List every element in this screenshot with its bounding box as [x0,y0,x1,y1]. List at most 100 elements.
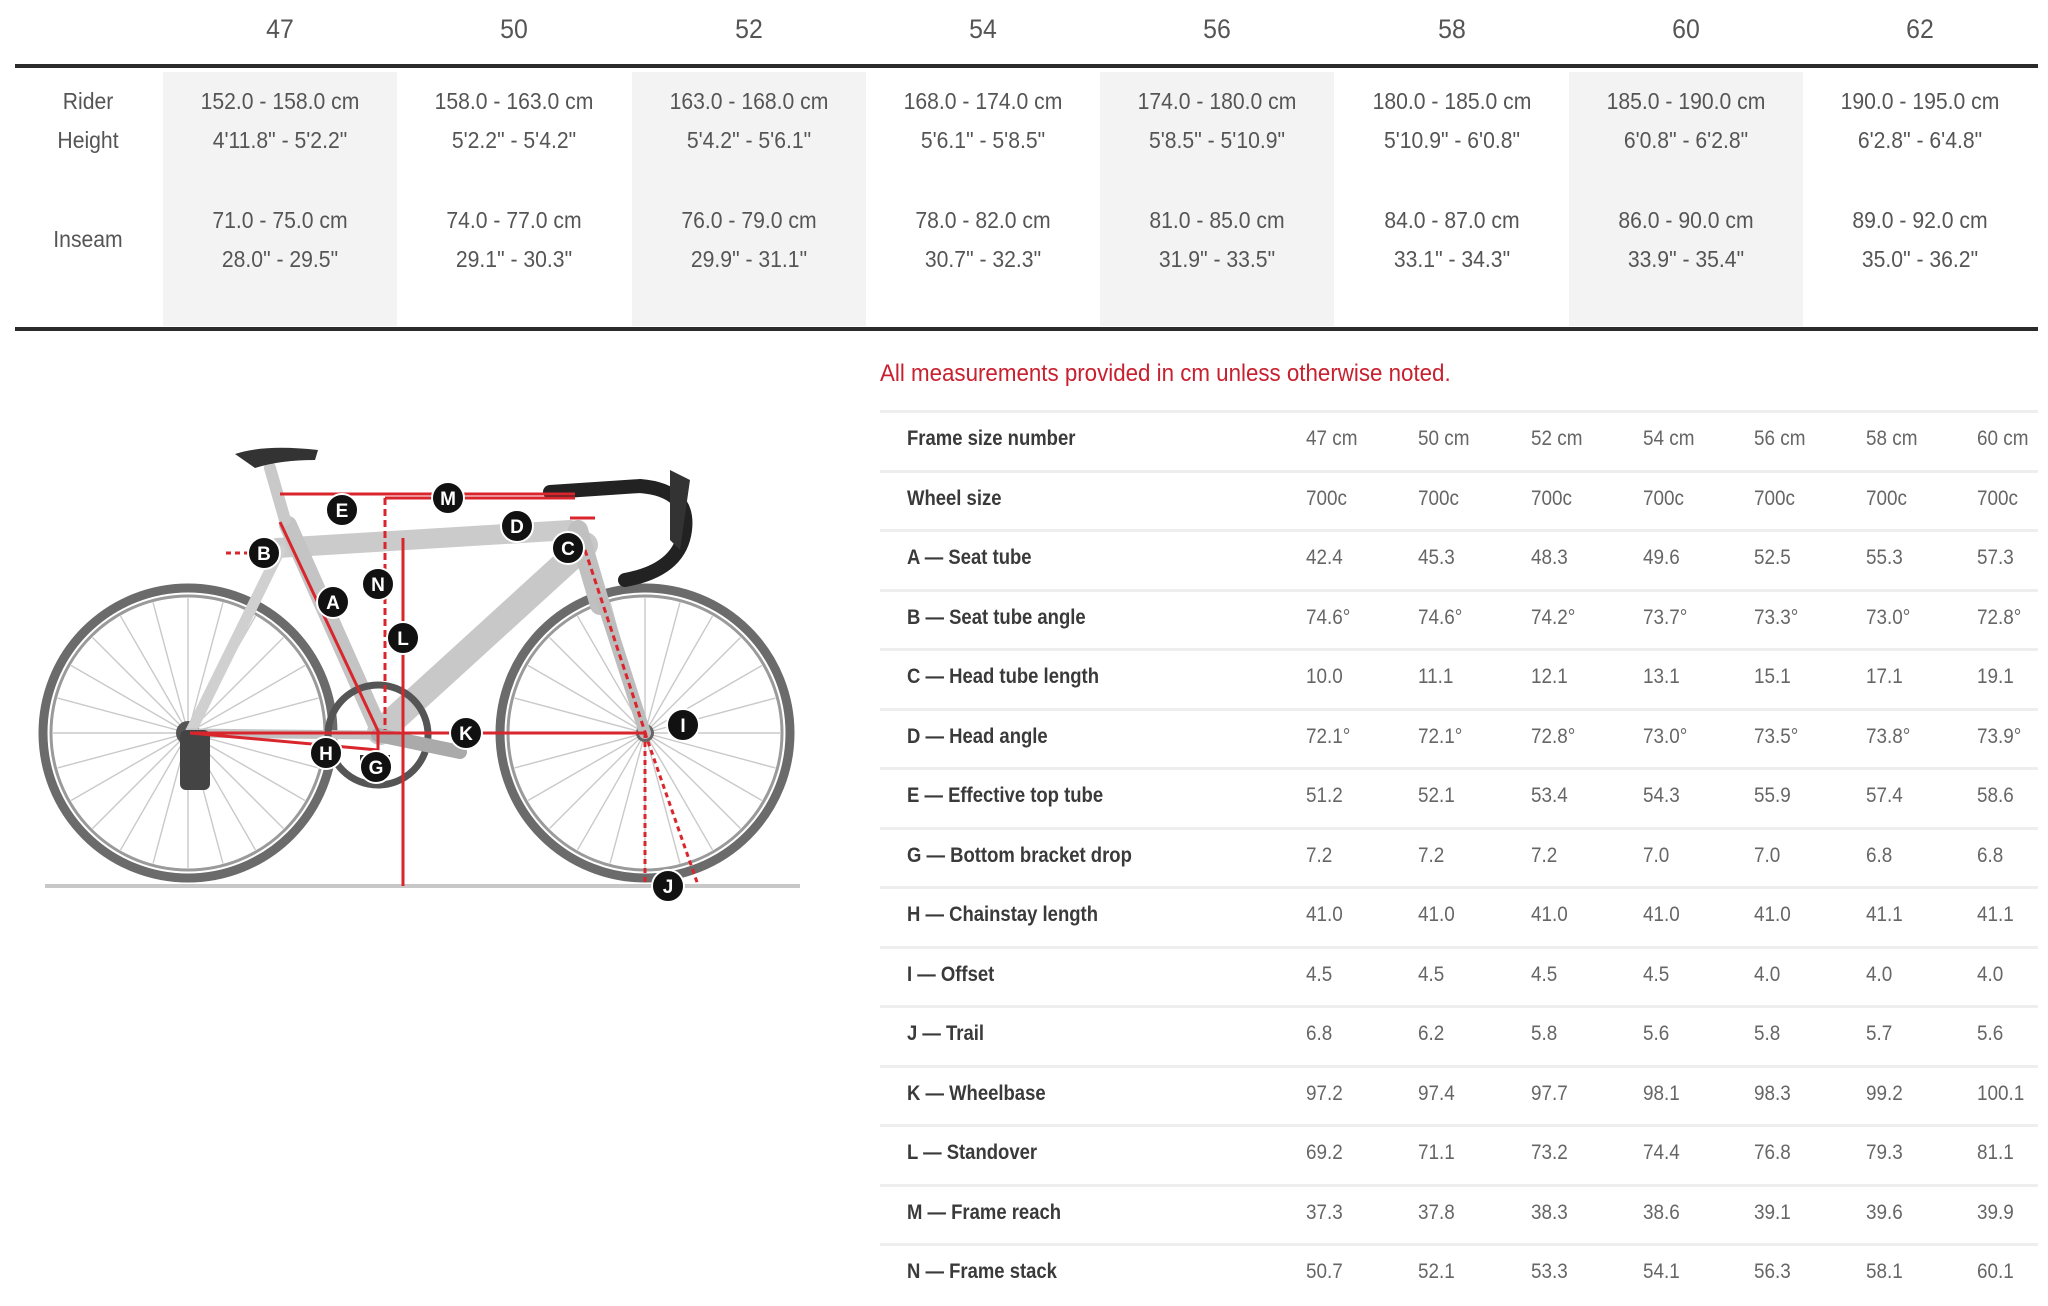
spoke [644,732,714,851]
measurement-badge-label: N [371,575,385,596]
geometry-row: D — Head angle 72.1° 72.1° 72.8° 73.0° 73.5° 7… [880,707,2038,768]
geometry-value: 41.1 [1866,903,1903,926]
geometry-value: 39.1 [1754,1200,1791,1224]
spoke [644,732,763,802]
rider-height-cm-cell: 185.0 - 190.0 cm [1606,88,1766,114]
spoke [92,637,189,734]
geometry-value: 41.0 [1418,903,1455,926]
geometry-value: 700c [1306,486,1347,510]
geometry-value: 7.2 [1531,843,1558,867]
geometry-value: 98.1 [1643,1081,1680,1105]
units-note: All measurements provided in cm unless o… [880,360,1451,387]
geometry-value: 72.8° [1531,724,1576,748]
geometry-value: 76.8 [1754,1141,1791,1164]
measurement-badge-label: J [663,877,674,898]
inseam-cm-cell: 76.0 - 79.0 cm [680,207,817,233]
inseam-label: Inseam [53,226,123,252]
geometry-value: 73.0° [1866,605,1911,629]
geometry-row-label: J — Trail [907,1022,985,1045]
bike-geometry-diagram: A B C D E G H I J K L M N [38,447,800,903]
geometry-value: 5.7 [1866,1022,1893,1045]
geometry-value: 52.1 [1418,1260,1455,1283]
inseam-cm-cell: 71.0 - 75.0 cm [212,207,348,233]
spoke [119,732,189,851]
saddle [235,447,318,468]
geometry-value: 97.4 [1418,1081,1455,1105]
geometry-value: 74.2° [1531,605,1576,629]
ground-line [45,884,800,888]
geometry-row-label: Frame size number [907,427,1076,450]
geometry-value: 5.8 [1754,1022,1781,1045]
geometry-value: 6.8 [1977,843,2004,867]
geometry-row: A — Seat tube 42.4 45.3 48.3 49.6 52.5 55.3 57.… [880,529,2038,589]
geometry-value: 700c [1418,486,1459,510]
geometry-value: 41.0 [1643,903,1680,926]
spoke [514,697,646,734]
rider-height-imperial-cell: 5'10.9" - 6'0.8" [1383,127,1520,153]
rider-height-cm-cell: 168.0 - 174.0 cm [903,88,1063,114]
rider-height-imperial-cell: 5'2.2" - 5'4.2" [452,127,577,153]
geometry-value: 4.5 [1306,962,1333,986]
geometry-value: 7.2 [1306,843,1333,867]
geometry-value: 54.3 [1643,784,1680,807]
geometry-value: 6.8 [1866,843,1893,867]
rider-height-cm-cell: 152.0 - 158.0 cm [200,88,360,114]
geometry-value: 49.6 [1643,546,1680,569]
geometry-value: 72.1° [1306,724,1351,748]
geometry-value: 55.9 [1754,784,1791,807]
geometry-value: 54.1 [1643,1260,1680,1283]
geometry-value: 50.7 [1306,1260,1343,1283]
geometry-value: 700c [1643,486,1684,510]
geometry-table: Frame size number 47 cm 50 cm 52 cm 54 cm 56 … [880,410,2038,1303]
geometry-row-label: B — Seat tube angle [907,605,1086,629]
geometry-value: 4.0 [1754,962,1781,986]
measurement-badge-label: M [440,489,456,510]
size-header: 56 [1203,14,1232,44]
inseam-cm-cell: 78.0 - 82.0 cm [915,207,1051,233]
geometry-value: 53.4 [1531,784,1568,807]
geometry-value: 97.7 [1531,1081,1568,1105]
geometry-value: 41.0 [1531,903,1568,926]
geometry-row-label: C — Head tube length [907,665,1100,688]
spoke [92,732,189,829]
geometry-value: 38.3 [1531,1200,1568,1224]
inseam-imperial-cell: 29.9" - 31.1" [690,246,807,272]
geometry-row: J — Trail 6.8 6.2 5.8 5.6 5.8 5.7 5.6 [880,1005,2038,1065]
geometry-row-label: E — Effective top tube [907,784,1104,807]
geometry-value: 4.0 [1866,962,1893,986]
spoke [644,732,741,829]
geometry-row: M — Frame reach 37.3 37.8 38.3 38.6 39.1 39.6 3… [880,1183,2038,1244]
geometry-value: 7.0 [1643,843,1670,867]
geometry-row-label: I — Offset [907,962,995,986]
geometry-value: 52.5 [1754,546,1791,569]
geometry-row: E — Effective top tube 51.2 52.1 53.4 54.3 55… [880,767,2038,827]
spoke [527,732,646,802]
geometry-value: 38.6 [1643,1200,1680,1224]
geometry-value: 15.1 [1754,665,1791,688]
geometry-value: 74.6° [1418,605,1463,629]
geometry-value: 12.1 [1531,665,1568,688]
geometry-value: 72.1° [1418,724,1463,748]
measurement-badge-label: B [257,544,271,565]
inseam-cm-cell: 84.0 - 87.0 cm [1383,207,1520,233]
measurement-badge-label: A [326,593,340,614]
size-header: 58 [1437,14,1466,44]
size-header: 47 [266,14,294,44]
geometry-value: 57.3 [1977,546,2014,569]
size-header: 62 [1906,14,1934,44]
geometry-value: 47 cm [1306,427,1358,450]
geometry-value: 700c [1866,486,1907,510]
geometry-value: 58.6 [1977,784,2014,807]
geometry-value: 19.1 [1977,665,2014,688]
height-label: Height [57,127,119,153]
geometry-value: 700c [1531,486,1572,510]
geometry-value: 5.6 [1643,1022,1670,1045]
geometry-row: H — Chainstay length 41.0 41.0 41.0 41.0 41.0… [880,886,2038,946]
measurement-badge-label: L [397,629,409,650]
geometry-value: 73.2 [1531,1141,1568,1164]
geometry-value: 98.3 [1754,1081,1791,1105]
geometry-value: 73.3° [1754,605,1799,629]
spoke [609,732,646,864]
rear-derailleur [180,730,210,790]
inseam-imperial-cell: 33.1" - 34.3" [1393,246,1510,272]
